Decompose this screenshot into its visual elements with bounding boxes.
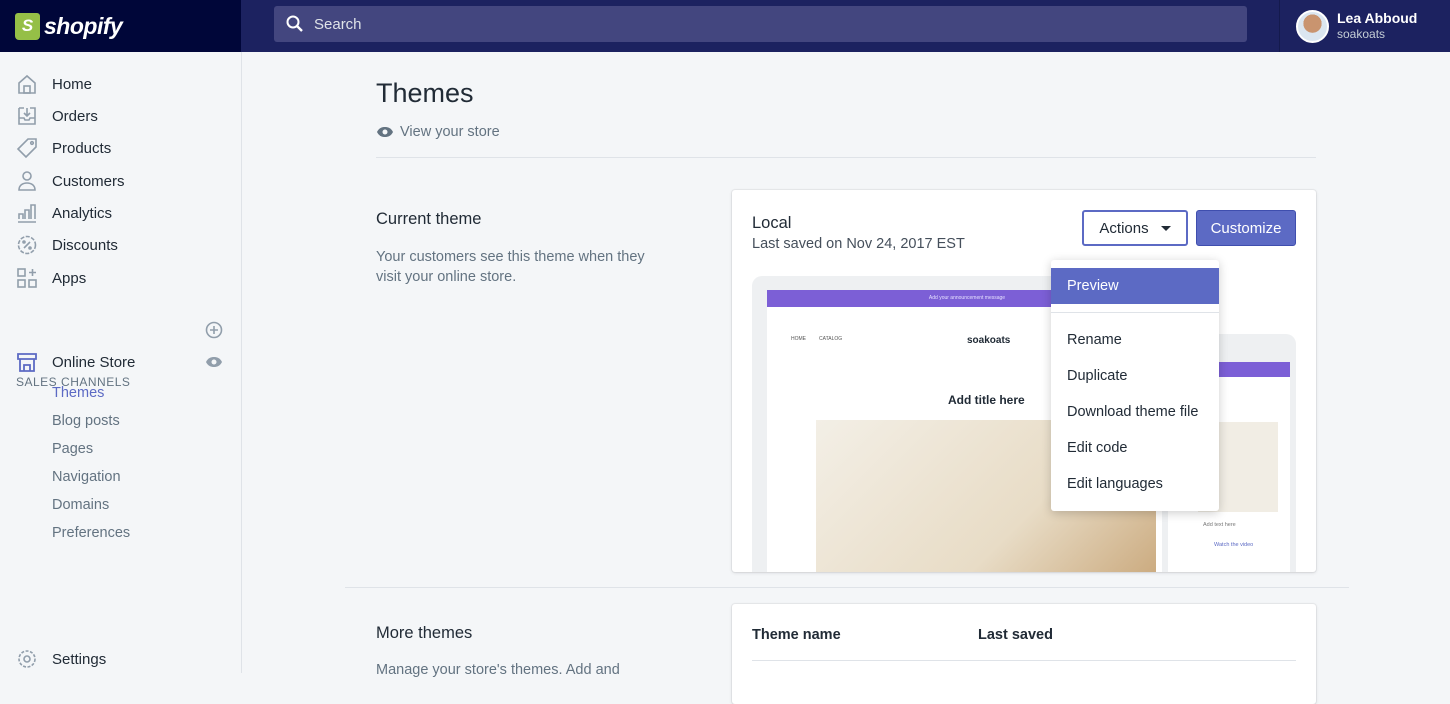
person-icon bbox=[18, 171, 36, 191]
current-theme-card: Local Last saved on Nov 24, 2017 EST Add… bbox=[732, 190, 1316, 572]
sidebar-sub-blog-posts[interactable]: Blog posts bbox=[52, 413, 120, 429]
sidebar-item-products[interactable]: Products bbox=[16, 136, 111, 160]
shopify-logo[interactable]: Sshopify bbox=[0, 0, 241, 52]
actions-button[interactable]: Actions bbox=[1082, 210, 1188, 246]
tag-icon bbox=[16, 138, 37, 159]
menu-item-download[interactable]: Download theme file bbox=[1067, 404, 1198, 420]
bar-chart-icon bbox=[18, 204, 36, 223]
orders-icon bbox=[18, 107, 36, 125]
theme-name: Local bbox=[752, 214, 792, 232]
apps-icon bbox=[17, 268, 37, 288]
home-icon bbox=[18, 74, 36, 94]
sidebar-item-analytics[interactable]: Analytics bbox=[16, 201, 112, 225]
more-themes-table: Theme name Last saved bbox=[732, 604, 1316, 704]
user-menu[interactable]: Lea Abboud soakoats bbox=[1279, 0, 1450, 52]
preview-nav-home: HOME bbox=[791, 336, 806, 342]
more-themes-heading: More themes bbox=[376, 624, 473, 642]
view-store-link[interactable]: View your store bbox=[376, 124, 500, 140]
preview-nav-catalog: CATALOG bbox=[819, 336, 843, 342]
caret-down-icon bbox=[1160, 225, 1171, 231]
menu-item-preview[interactable]: Preview bbox=[1067, 278, 1119, 294]
gear-icon bbox=[18, 650, 36, 668]
preview-store-name: soakoats bbox=[967, 335, 1011, 346]
sidebar-item-apps[interactable]: Apps bbox=[16, 266, 86, 290]
search-icon bbox=[286, 15, 303, 32]
sidebar-sub-pages[interactable]: Pages bbox=[52, 441, 93, 457]
divider bbox=[345, 587, 1349, 588]
sidebar-item-discounts[interactable]: Discounts bbox=[16, 233, 118, 257]
column-theme-name: Theme name bbox=[752, 627, 841, 643]
page-title: Themes bbox=[376, 78, 474, 108]
sidebar-item-online-store[interactable]: Online Store bbox=[16, 350, 135, 374]
sidebar-item-settings[interactable]: Settings bbox=[16, 647, 106, 671]
menu-item-edit-languages[interactable]: Edit languages bbox=[1067, 476, 1163, 492]
more-themes-description: Manage your store's themes. Add and bbox=[376, 662, 620, 678]
sidebar-item-orders[interactable]: Orders bbox=[16, 104, 98, 128]
preview-title: Add title here bbox=[948, 393, 1025, 407]
add-channel-icon[interactable] bbox=[205, 321, 223, 339]
discount-icon bbox=[17, 235, 37, 255]
avatar bbox=[1296, 9, 1329, 43]
menu-item-duplicate[interactable]: Duplicate bbox=[1067, 368, 1127, 384]
current-theme-description: Your customers see this theme when they … bbox=[376, 249, 645, 285]
search-input[interactable]: Search bbox=[274, 6, 1247, 42]
theme-last-saved: Last saved on Nov 24, 2017 EST bbox=[752, 236, 965, 252]
menu-item-edit-code[interactable]: Edit code bbox=[1067, 440, 1127, 456]
top-bar: Sshopify Search Lea Abboud soakoats bbox=[0, 0, 1450, 52]
actions-dropdown-menu: Preview Rename Duplicate Download theme … bbox=[1051, 260, 1219, 511]
store-icon bbox=[17, 353, 37, 372]
current-theme-heading: Current theme bbox=[376, 210, 482, 228]
sidebar-sub-navigation[interactable]: Navigation bbox=[52, 469, 121, 485]
sidebar-sub-themes[interactable]: Themes bbox=[52, 385, 104, 401]
shopify-bag-icon: S bbox=[15, 12, 40, 40]
sidebar-item-customers[interactable]: Customers bbox=[16, 169, 125, 193]
sidebar-sub-domains[interactable]: Domains bbox=[52, 497, 109, 513]
mobile-video-link: Watch the video bbox=[1214, 542, 1254, 548]
sidebar-sub-preferences[interactable]: Preferences bbox=[52, 525, 130, 541]
menu-item-rename[interactable]: Rename bbox=[1067, 332, 1122, 348]
divider bbox=[376, 157, 1316, 158]
eye-icon bbox=[377, 127, 393, 137]
customize-button[interactable]: Customize bbox=[1196, 210, 1296, 246]
eye-icon[interactable] bbox=[205, 356, 223, 368]
sidebar-item-home[interactable]: Home bbox=[16, 72, 92, 96]
sidebar: Home Orders Products Customers Analytics… bbox=[0, 52, 242, 673]
mobile-text: Add text here bbox=[1203, 522, 1236, 528]
column-last-saved: Last saved bbox=[978, 627, 1053, 643]
